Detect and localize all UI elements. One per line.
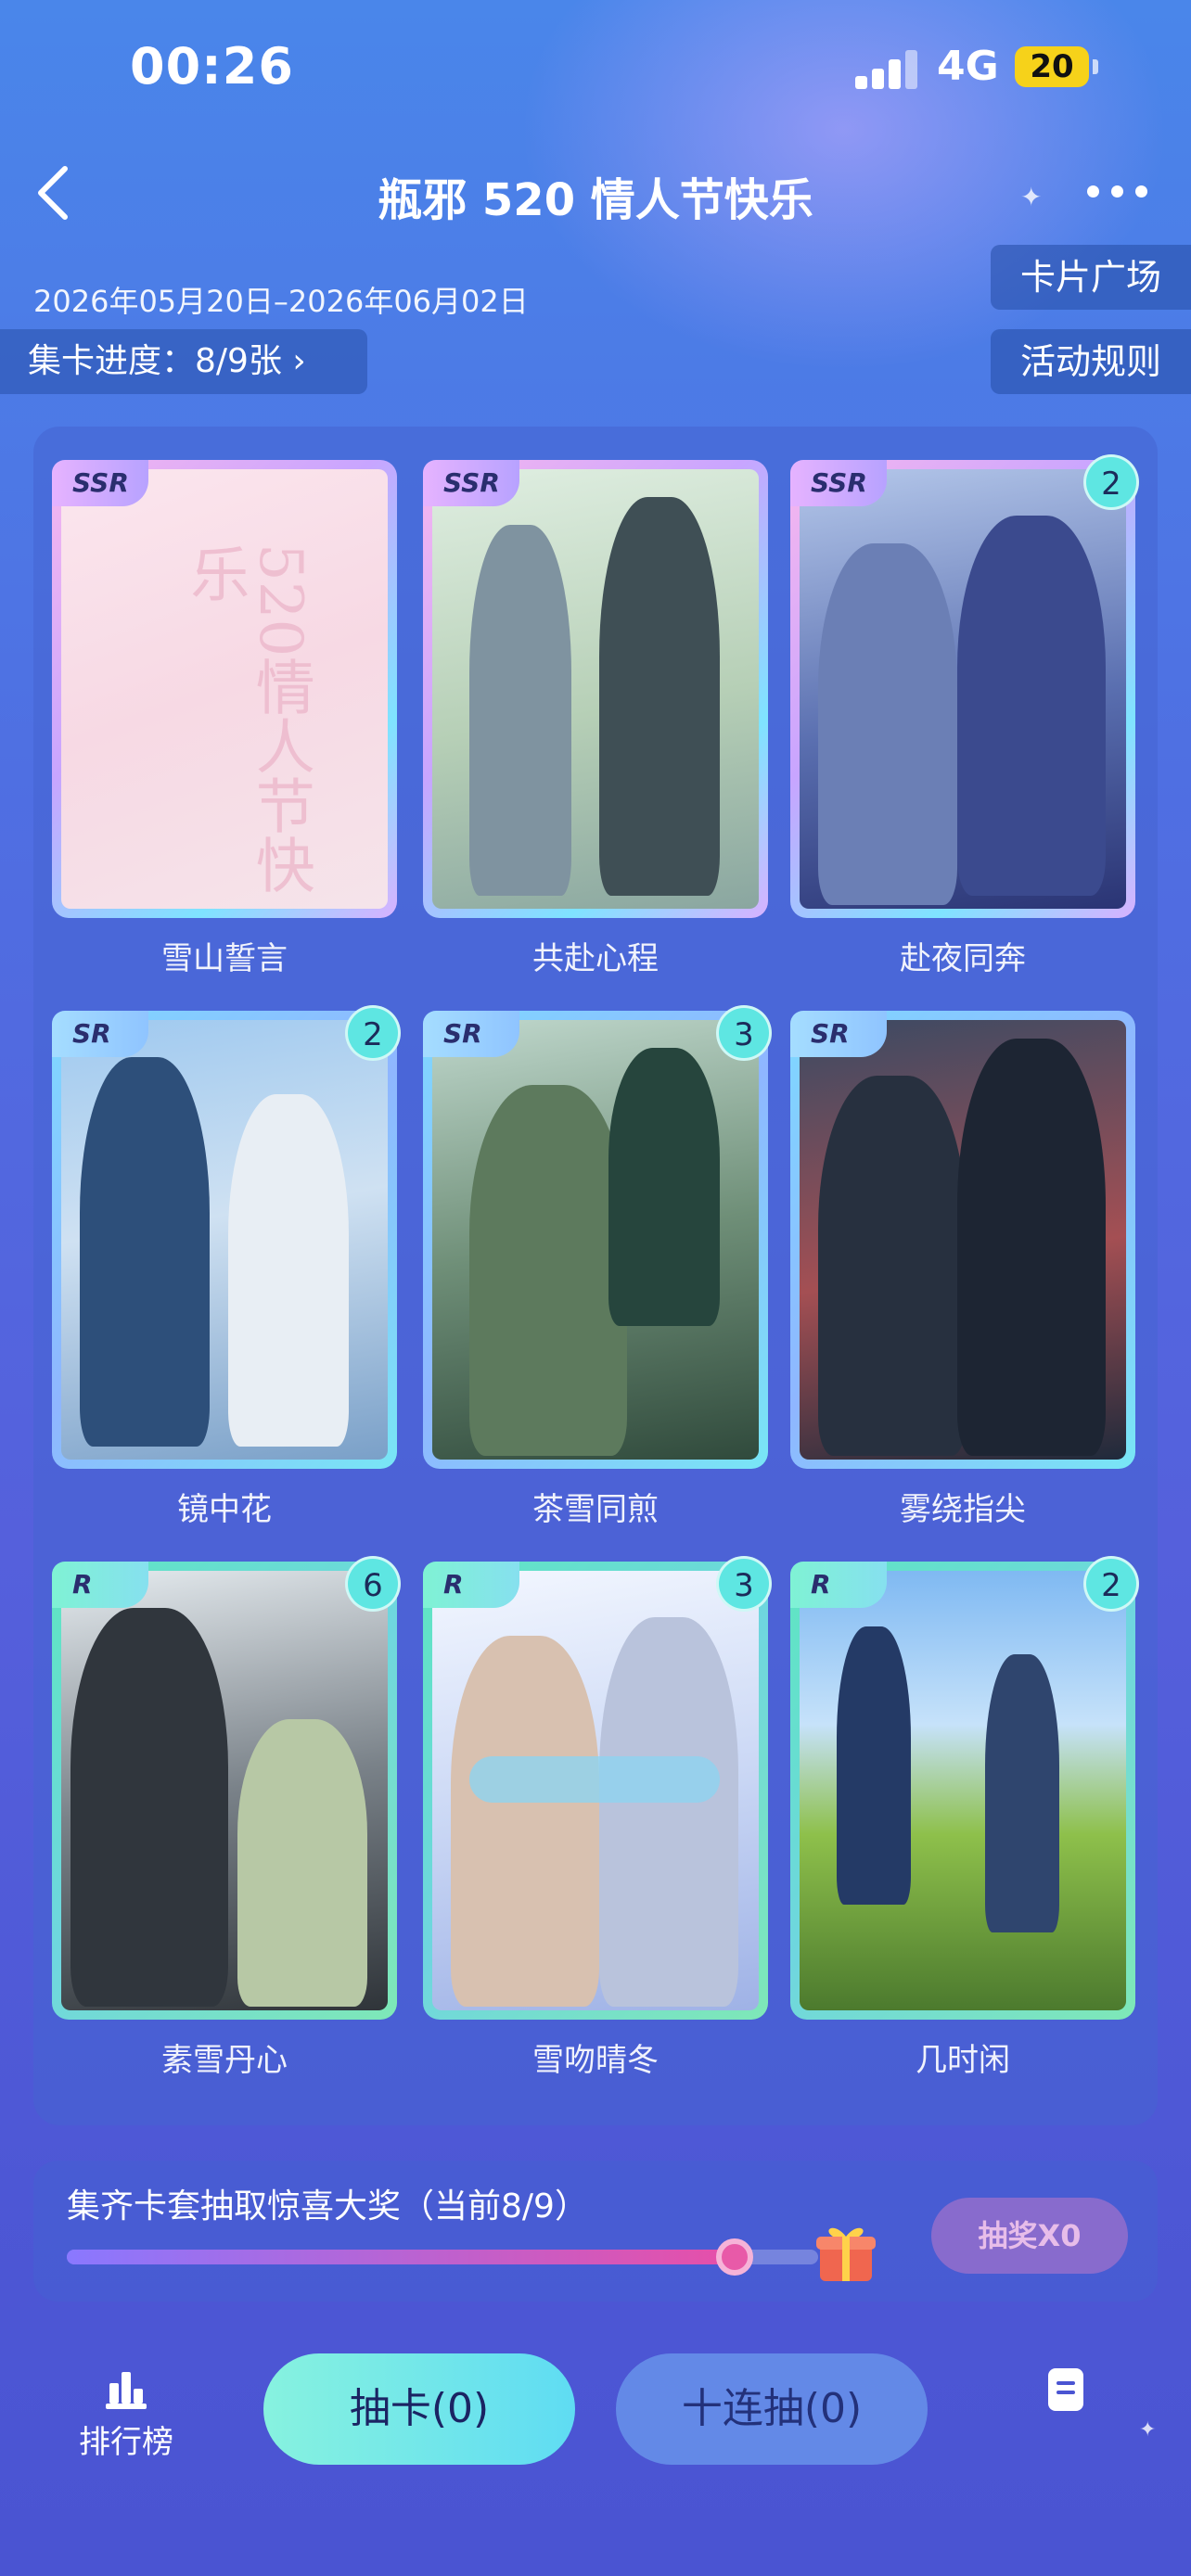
card-count-badge: 2	[1083, 454, 1139, 510]
gift-icon	[816, 2227, 876, 2281]
card-artwork: 520情人节快乐	[61, 469, 388, 909]
event-date-range: 2026年05月20日–2026年06月02日	[33, 284, 529, 319]
card-artwork	[800, 469, 1126, 909]
card-name: 雪山誓言	[161, 940, 288, 977]
card-artwork	[61, 1571, 388, 2010]
card-art-text: 520情人节快乐	[180, 543, 314, 895]
card-count-badge: 6	[345, 1556, 401, 1612]
sparkle-icon: ✦	[1139, 2418, 1157, 2442]
card-item[interactable]: R 2	[790, 1556, 1139, 2020]
card-item[interactable]: SR 2	[52, 1005, 401, 1469]
ranking-icon	[106, 2366, 147, 2409]
rarity-tag: SSR	[423, 460, 519, 506]
card-item[interactable]: SSR 2	[790, 454, 1139, 918]
battery-icon: 20	[1015, 46, 1098, 87]
reward-progress-knob	[716, 2238, 754, 2276]
card-item[interactable]: SR	[790, 1011, 1135, 1469]
card-count-badge: 3	[716, 1556, 772, 1612]
status-time: 00:26	[130, 37, 294, 96]
more-options-icon[interactable]	[1087, 185, 1152, 198]
card-count-badge: 2	[1083, 1556, 1139, 1612]
card-name: 素雪丹心	[161, 2042, 288, 2079]
card-item[interactable]: R 6	[52, 1556, 401, 2020]
page-title: 瓶邪 520 情人节快乐	[378, 174, 813, 226]
rarity-tag: R	[790, 1562, 887, 1608]
card-name: 茶雪同煎	[532, 1491, 659, 1528]
rarity-tag: SSR	[52, 460, 148, 506]
reward-progress-bar	[67, 2238, 818, 2276]
ten-draw-button[interactable]: 十连抽(0)	[616, 2353, 928, 2465]
card-artwork	[432, 1571, 759, 2010]
card-name: 几时闲	[916, 2042, 1010, 2079]
card-item[interactable]: SSR	[423, 460, 768, 918]
activity-rules-button[interactable]: 活动规则	[991, 329, 1191, 394]
card-grid-panel: 520情人节快乐 SSR SSR SSR 2 雪山誓言 共赴心程 赴夜同奔 SR…	[33, 427, 1158, 2125]
card-artwork	[61, 1020, 388, 1460]
card-name: 雾绕指尖	[900, 1491, 1026, 1528]
card-artwork	[800, 1020, 1126, 1460]
lottery-button[interactable]: 抽奖X0	[931, 2198, 1128, 2274]
card-name: 镜中花	[177, 1491, 272, 1528]
card-item[interactable]: R 3	[423, 1556, 772, 2020]
rarity-tag: SR	[790, 1011, 887, 1057]
rarity-tag: SR	[52, 1011, 148, 1057]
card-name: 赴夜同奔	[900, 940, 1026, 977]
reward-title: 集齐卡套抽取惊喜大奖（当前8/9）	[67, 2187, 588, 2225]
network-label: 4G	[937, 43, 999, 90]
card-artwork	[432, 469, 759, 909]
collection-progress-button[interactable]: 集卡进度：8/9张 ›	[0, 329, 367, 394]
record-icon[interactable]	[1048, 2368, 1083, 2411]
status-bar: 00:26 4G 20	[0, 0, 1191, 139]
rarity-tag: R	[423, 1562, 519, 1608]
card-count-badge: 3	[716, 1005, 772, 1061]
card-artwork	[432, 1020, 759, 1460]
ranking-label: 排行榜	[79, 2424, 173, 2461]
sparkle-icon: ✦	[1020, 182, 1043, 212]
signal-icon	[855, 48, 920, 89]
draw-card-button[interactable]: 抽卡(0)	[263, 2353, 575, 2465]
card-artwork	[800, 1571, 1126, 2010]
rarity-tag: SR	[423, 1011, 519, 1057]
ranking-button[interactable]: 排行榜	[70, 2366, 182, 2468]
rarity-tag: SSR	[790, 460, 887, 506]
card-name: 共赴心程	[532, 940, 659, 977]
card-square-button[interactable]: 卡片广场	[991, 245, 1191, 310]
reward-progress-panel: 集齐卡套抽取惊喜大奖（当前8/9） 抽奖X0	[33, 2161, 1158, 2302]
card-item[interactable]: 520情人节快乐 SSR	[52, 460, 397, 918]
card-count-badge: 2	[345, 1005, 401, 1061]
reward-progress-fill	[67, 2250, 736, 2264]
card-item[interactable]: SR 3	[423, 1005, 772, 1469]
rarity-tag: R	[52, 1562, 148, 1608]
card-name: 雪吻晴冬	[532, 2042, 659, 2079]
